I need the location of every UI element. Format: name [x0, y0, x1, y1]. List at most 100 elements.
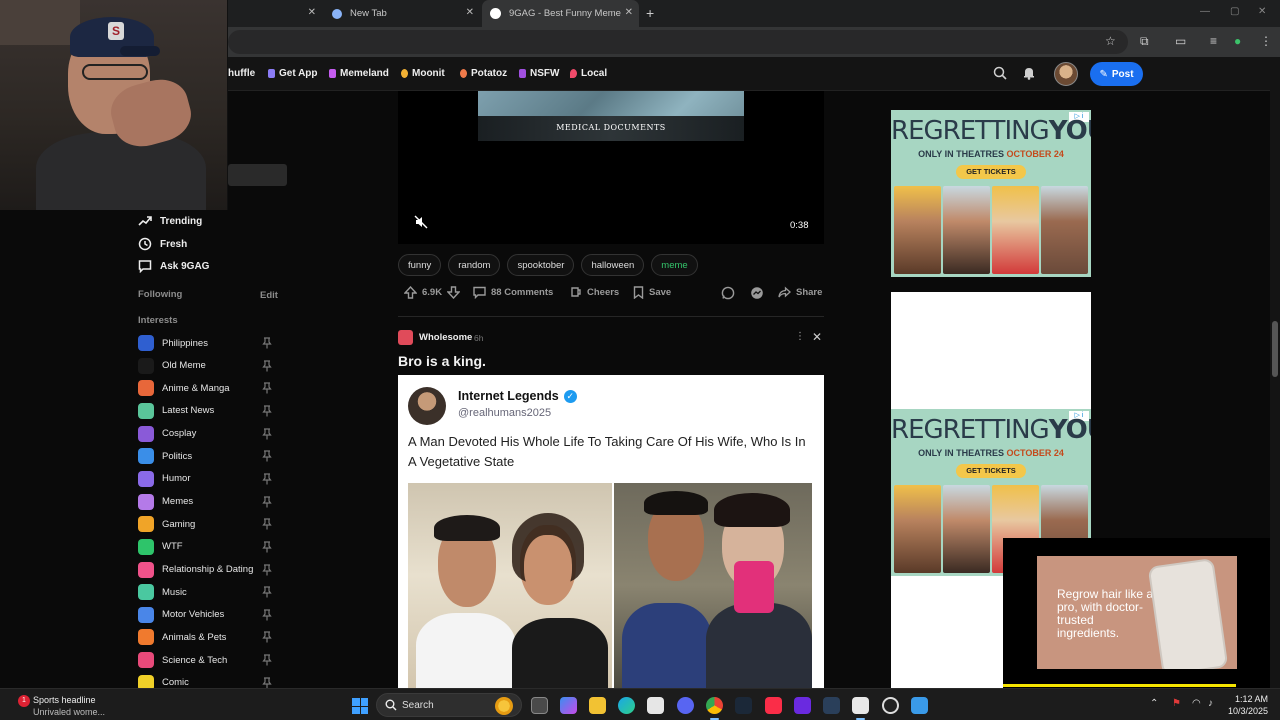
- copilot-icon[interactable]: [560, 697, 577, 714]
- photos-icon[interactable]: [911, 697, 928, 714]
- messenger-icon[interactable]: [750, 286, 764, 300]
- edit-following-link[interactable]: Edit: [260, 290, 278, 301]
- edge-icon[interactable]: [618, 697, 635, 714]
- music-icon[interactable]: [765, 697, 782, 714]
- close-tab-icon[interactable]: ✕: [308, 7, 316, 18]
- tag-chip[interactable]: halloween: [581, 254, 645, 276]
- save-button[interactable]: Save: [633, 286, 671, 299]
- post-image[interactable]: Internet Legends ✓ @realhumans2025 A Man…: [398, 375, 824, 688]
- taskbar-search[interactable]: Search: [376, 693, 522, 717]
- file-explorer-icon[interactable]: [589, 697, 606, 714]
- sidebar-interest-item[interactable]: Music: [138, 584, 187, 601]
- profile-icon[interactable]: ●: [1234, 34, 1241, 48]
- sidebar-interest-item[interactable]: Philippines: [138, 335, 208, 351]
- volume-icon[interactable]: ♪: [1208, 698, 1213, 709]
- pin-icon[interactable]: [262, 586, 272, 598]
- close-window-icon[interactable]: ✕: [1258, 6, 1266, 17]
- pin-icon[interactable]: [262, 360, 272, 372]
- windows-start-icon[interactable]: [352, 698, 368, 714]
- sidebar-interest-item[interactable]: Old Meme: [138, 357, 206, 374]
- sidebar-interest-item[interactable]: Cosplay: [138, 425, 196, 442]
- close-tab-icon[interactable]: ✕: [625, 7, 633, 18]
- share-button[interactable]: Share: [778, 286, 822, 299]
- cast-icon[interactable]: ▭: [1175, 34, 1186, 48]
- mute-icon[interactable]: [414, 215, 428, 229]
- pin-icon[interactable]: [262, 495, 272, 508]
- close-icon[interactable]: ✕: [812, 330, 822, 344]
- pin-icon[interactable]: [262, 337, 272, 349]
- search-icon[interactable]: [993, 66, 1007, 80]
- pin-icon[interactable]: [262, 631, 272, 643]
- pin-icon[interactable]: [262, 518, 272, 530]
- news-widget[interactable]: 1 Sports headline Unrivaled wome...: [18, 693, 138, 717]
- obs-icon[interactable]: [882, 697, 899, 714]
- sidebar-interest-item[interactable]: Humor: [138, 470, 191, 487]
- pin-icon[interactable]: [262, 541, 272, 553]
- sidebar-item-trending[interactable]: Trending: [138, 214, 202, 228]
- sidebar-interest-item[interactable]: Memes: [138, 493, 193, 510]
- movie-ad-top[interactable]: ▷ i REGRETTINGYOU ONLY IN THEATRES OCTOB…: [891, 110, 1091, 277]
- sidebar-interest-item[interactable]: Science & Tech: [138, 652, 227, 669]
- new-tab-button[interactable]: +: [646, 5, 654, 21]
- page-scrollbar[interactable]: [1270, 57, 1280, 688]
- steam-alt-icon[interactable]: [823, 697, 840, 714]
- steam-icon[interactable]: [735, 697, 752, 714]
- sidebar-interest-item[interactable]: Anime & Manga: [138, 380, 230, 397]
- pin-icon[interactable]: [262, 382, 272, 394]
- bookmark-star-icon[interactable]: ☆: [1105, 34, 1116, 48]
- tab-unknown[interactable]: ✕: [228, 0, 322, 27]
- tab-new-tab[interactable]: New Tab ✕: [324, 0, 480, 27]
- nav-potatoz[interactable]: Potatoz: [460, 68, 507, 79]
- upvote-icon[interactable]: [404, 286, 417, 299]
- sidebar-interest-item[interactable]: Relationship & Dating: [138, 561, 253, 578]
- get-tickets-button[interactable]: GET TICKETS: [956, 165, 1026, 179]
- tag-chip[interactable]: random: [448, 254, 501, 276]
- tag-chip[interactable]: funny: [398, 254, 442, 276]
- nav-moonit[interactable]: Moonit: [401, 68, 445, 79]
- tray-app-icon[interactable]: ⚑: [1172, 698, 1181, 709]
- nav-nsfw[interactable]: NSFW: [519, 68, 559, 79]
- extensions-icon[interactable]: ⧉: [1140, 34, 1149, 49]
- video-player[interactable]: MEDICAL DOCUMENTS 0:38: [398, 91, 824, 244]
- get-tickets-button[interactable]: GET TICKETS: [956, 464, 1026, 478]
- store-icon[interactable]: [647, 697, 664, 714]
- tag-chip[interactable]: meme: [651, 254, 698, 276]
- wholesome-section-icon[interactable]: [398, 330, 413, 345]
- pin-icon[interactable]: [262, 563, 272, 576]
- sidebar-interest-item[interactable]: Politics: [138, 448, 192, 465]
- whatsapp-icon[interactable]: [721, 286, 735, 300]
- sidebar-item-fresh[interactable]: Fresh: [138, 237, 187, 251]
- sidebar-interest-item[interactable]: Animals & Pets: [138, 629, 226, 646]
- pin-icon[interactable]: [262, 654, 272, 666]
- pin-icon[interactable]: [262, 473, 272, 485]
- user-avatar[interactable]: [1054, 62, 1078, 86]
- minimize-icon[interactable]: —: [1200, 6, 1210, 17]
- sidebar-item-ask-9gag[interactable]: Ask 9GAG: [138, 259, 209, 273]
- nav-get-app[interactable]: Get App: [268, 68, 318, 79]
- tag-chip[interactable]: spooktober: [507, 254, 575, 276]
- bell-icon[interactable]: [1022, 66, 1036, 80]
- cheers-button[interactable]: Cheers: [569, 286, 619, 299]
- comments-button[interactable]: 88 Comments: [473, 286, 553, 299]
- section-name[interactable]: Wholesome: [419, 332, 472, 343]
- sidebar-interest-item[interactable]: WTF: [138, 538, 183, 555]
- wifi-icon[interactable]: ◠: [1192, 698, 1201, 709]
- sidebar-interest-item[interactable]: Latest News: [138, 402, 214, 419]
- next-app-icon[interactable]: [794, 697, 811, 714]
- pin-icon[interactable]: [262, 609, 272, 621]
- sidebar-interest-item[interactable]: Gaming: [138, 516, 195, 533]
- tray-chevron-icon[interactable]: ⌃: [1150, 698, 1158, 709]
- floating-video-ad[interactable]: Regrow hair like a pro, with doctor-trus…: [1003, 538, 1270, 688]
- nav-memeland[interactable]: Memeland: [329, 68, 389, 79]
- address-bar[interactable]: [228, 30, 1128, 54]
- chrome-icon[interactable]: [706, 697, 723, 720]
- close-tab-icon[interactable]: ✕: [466, 7, 474, 18]
- downvote-icon[interactable]: [447, 286, 461, 299]
- nav-local[interactable]: Local: [570, 68, 607, 79]
- nav-shuffle[interactable]: huffle: [228, 68, 255, 79]
- maximize-icon[interactable]: ▢: [1230, 6, 1239, 17]
- more-options-icon[interactable]: ⋮: [795, 331, 805, 342]
- notepad-icon[interactable]: [852, 697, 869, 720]
- system-clock[interactable]: 1:12 AM 10/3/2025: [1222, 693, 1268, 717]
- pin-icon[interactable]: [262, 405, 272, 417]
